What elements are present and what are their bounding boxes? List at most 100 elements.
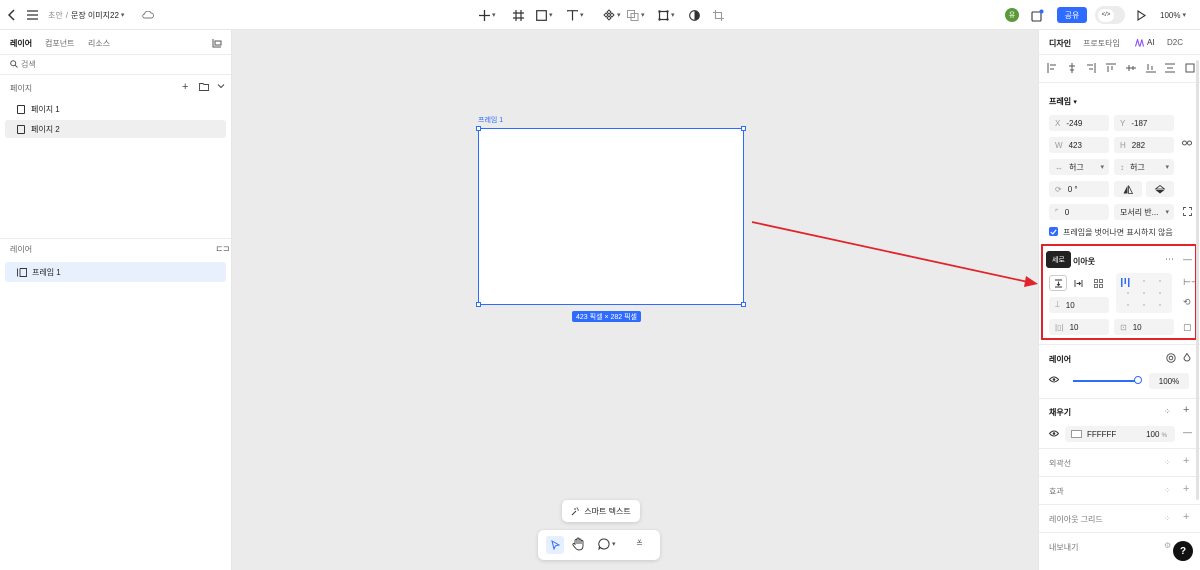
fill-color-field[interactable]: FFFFFF 100 % (1065, 426, 1175, 442)
chevron-down-icon: ▾ (1165, 164, 1169, 171)
corner-mode-select[interactable]: 모서리 반... ▾ (1114, 204, 1174, 220)
help-button[interactable]: ? (1173, 541, 1193, 561)
align-center-h-icon[interactable] (1067, 63, 1077, 73)
x-field[interactable]: X -249 (1049, 115, 1109, 131)
tab-resources[interactable]: 리소스 (88, 38, 110, 49)
tab-ai[interactable]: AI (1135, 38, 1155, 47)
collapse-icon[interactable]: ⊏⊐ (216, 244, 229, 253)
scrollbar[interactable] (1196, 60, 1199, 500)
opacity-slider[interactable] (1073, 380, 1137, 382)
flip-vertical-button[interactable] (1146, 181, 1174, 197)
independent-corners-icon[interactable] (1183, 207, 1192, 216)
add-tool-icon[interactable]: ▾ (479, 7, 496, 23)
wrap-icon[interactable]: ⟲ (1183, 297, 1191, 308)
canvas[interactable]: 프레임 1 423 픽셀 × 282 픽셀 스마트 텍스트 ▾ ≚ (232, 30, 1038, 570)
add-effect-icon[interactable]: + (1183, 483, 1189, 495)
vertical-padding-field[interactable]: ⊡ 10 (1114, 319, 1174, 335)
fill-hex-value: FFFFFF (1087, 429, 1117, 439)
drop-icon[interactable] (1183, 353, 1191, 363)
vertical-direction-icon[interactable] (1049, 275, 1067, 291)
fill-swatch[interactable] (1071, 430, 1082, 438)
component-tool-icon[interactable]: ▾ (603, 7, 621, 23)
more-icon[interactable]: ⋯ (1165, 254, 1174, 265)
share-button[interactable]: 공유 (1057, 7, 1087, 23)
eye-icon[interactable] (1049, 430, 1059, 437)
layers-title: 레이어 (10, 245, 33, 254)
plugin-icon[interactable] (1031, 7, 1044, 23)
fill-opacity[interactable]: 100 % (1146, 430, 1167, 439)
more-align-icon[interactable] (1185, 63, 1195, 73)
y-field[interactable]: Y -187 (1114, 115, 1174, 131)
distribute-icon[interactable] (1165, 63, 1176, 73)
width-field[interactable]: W 423 (1049, 137, 1109, 153)
dev-mode-toggle[interactable]: </> (1095, 6, 1125, 24)
align-left-icon[interactable] (1047, 63, 1057, 73)
page-icon (17, 124, 25, 134)
opacity-slider-handle[interactable] (1134, 376, 1142, 384)
rectangle-tool-icon[interactable]: ▾ (536, 7, 553, 23)
crop-icon[interactable] (713, 7, 724, 23)
horizontal-padding-field[interactable]: |▯| 10 (1049, 319, 1109, 335)
tab-components[interactable]: 컴포넌트 (45, 38, 74, 49)
wrap-grid-icon[interactable] (1089, 275, 1107, 291)
eye-icon[interactable] (1049, 376, 1059, 383)
flip-horizontal-button[interactable] (1114, 181, 1142, 197)
chevron-down-icon[interactable] (217, 82, 225, 90)
gap-field[interactable]: ⟘ 10 (1049, 297, 1109, 313)
height-field[interactable]: H 282 (1114, 137, 1174, 153)
add-grid-icon[interactable]: + (1183, 511, 1189, 523)
layer-item-frame[interactable]: 프레임 1 (5, 262, 226, 282)
corner-radius-icon: ⌜ (1055, 207, 1059, 217)
hug-width-select[interactable]: ↔ 허그 ▾ (1049, 159, 1109, 175)
remove-icon[interactable]: — (1183, 254, 1192, 264)
add-stroke-icon[interactable]: + (1183, 455, 1189, 467)
style-icon[interactable]: ⁘ (1164, 407, 1171, 416)
back-icon[interactable] (8, 7, 16, 23)
play-icon[interactable] (1137, 7, 1146, 23)
page-item-selected[interactable]: 페이지 2 (5, 120, 226, 138)
align-right-icon[interactable] (1086, 63, 1096, 73)
align-center-v-icon[interactable] (1125, 63, 1136, 73)
style-icon[interactable]: ⁘ (1164, 458, 1171, 467)
tab-layers[interactable]: 레이어 (10, 38, 32, 49)
link-icon[interactable] (1182, 139, 1192, 147)
clip-content-label: 프레임을 벗어나면 표시하지 않음 (1063, 228, 1173, 237)
library-icon[interactable] (212, 38, 222, 48)
zoom-dropdown[interactable]: 100% ▾ (1160, 7, 1186, 23)
remove-fill-icon[interactable]: — (1183, 427, 1192, 437)
tab-d2c[interactable]: D2C (1167, 38, 1183, 47)
independent-padding-icon[interactable]: ▢ (1183, 322, 1192, 333)
add-fill-icon[interactable]: + (1183, 404, 1189, 416)
divider (0, 238, 231, 239)
text-tool-icon[interactable]: ▾ (567, 7, 584, 23)
folder-icon[interactable] (199, 83, 209, 91)
hug-height-select[interactable]: ↕ 허그 ▾ (1114, 159, 1174, 175)
search-input[interactable] (21, 57, 221, 71)
tab-prototype[interactable]: 프로토타입 (1083, 38, 1120, 49)
style-icon[interactable]: ⁘ (1164, 514, 1171, 523)
style-icon[interactable]: ⁘ (1164, 486, 1171, 495)
align-bottom-icon[interactable] (1145, 63, 1156, 73)
horizontal-direction-icon[interactable] (1069, 275, 1087, 291)
menu-icon[interactable] (27, 7, 38, 23)
corner-radius-field[interactable]: ⌜ 0 (1049, 204, 1109, 220)
file-name[interactable]: 문장 이미지22 (71, 10, 119, 21)
clip-content-checkbox[interactable] (1049, 227, 1058, 236)
breadcrumb[interactable]: 초안 / 문장 이미지22 ▾ (48, 7, 124, 23)
rotation-field[interactable]: ⟳ 0 ° (1049, 181, 1109, 197)
tab-design[interactable]: 디자인 (1049, 38, 1071, 49)
opacity-field[interactable]: 100% (1149, 373, 1189, 389)
frame-section-title[interactable]: 프레임 ▾ (1049, 96, 1077, 107)
align-top-icon[interactable] (1106, 63, 1117, 73)
frame-tool-icon[interactable] (513, 7, 524, 23)
auto-layout-title[interactable]: 이아웃 (1073, 256, 1095, 267)
boolean-tool-icon[interactable]: ▾ (627, 7, 645, 23)
export-settings-icon[interactable]: ⚙ (1164, 541, 1171, 550)
alignment-grid[interactable] (1116, 273, 1172, 313)
mask-tool-icon[interactable]: ▾ (658, 7, 675, 23)
blend-mode-icon[interactable] (1166, 353, 1176, 363)
add-page-icon[interactable]: + (182, 81, 188, 93)
contrast-icon[interactable] (689, 7, 700, 23)
page-item[interactable]: 페이지 1 (5, 100, 226, 118)
user-avatar[interactable]: 유 (1005, 8, 1019, 22)
